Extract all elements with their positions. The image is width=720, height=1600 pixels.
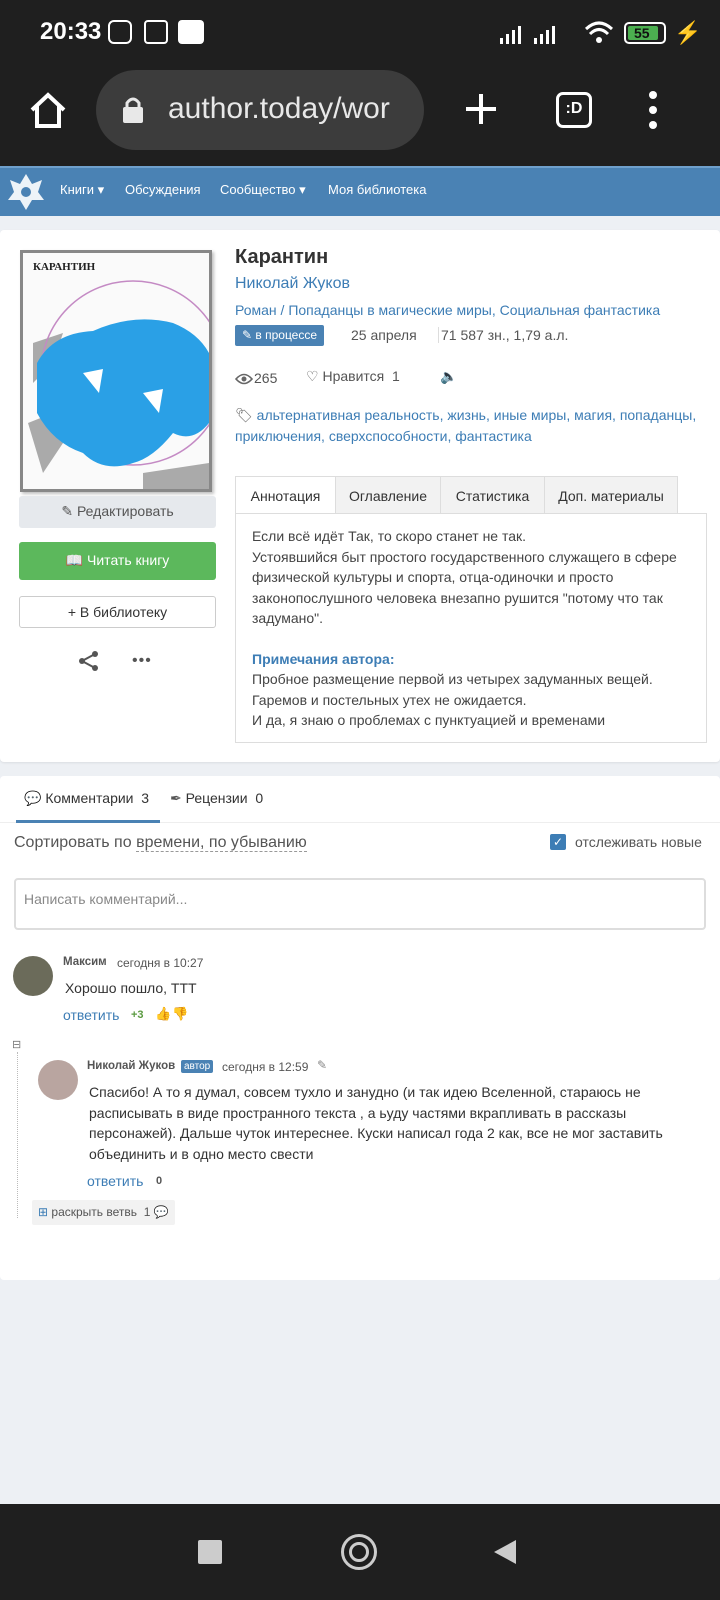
- thumbs-up-icon[interactable]: 👍: [155, 1006, 171, 1022]
- book-icon: 📖: [65, 552, 84, 568]
- new-tab-icon[interactable]: [464, 92, 498, 126]
- battery-icon: 55: [624, 22, 666, 44]
- speaker-icon[interactable]: 🔈: [440, 368, 457, 385]
- comment-author[interactable]: Николай Жуков: [87, 1060, 175, 1072]
- cover-map-image: [28, 280, 209, 489]
- status-bar: 20:33 55 ⚡: [0, 0, 720, 68]
- address-bar[interactable]: author.today/wor: [96, 70, 424, 150]
- book-card: КАРАНТИН ✎ Редактировать 📖 Читать книгу …: [0, 230, 720, 762]
- author-notes-title: Примечания автора:: [252, 650, 395, 667]
- app-icon: [178, 20, 204, 44]
- tab-extra-materials[interactable]: Доп. материалы: [544, 476, 678, 514]
- publish-date: 25 апреля: [351, 327, 417, 343]
- author-note: И да, я знаю о проблемах с пунктуацией и…: [252, 712, 606, 728]
- comments-icon: 💬: [24, 790, 42, 806]
- avatar[interactable]: [38, 1060, 78, 1100]
- site-navbar: Книги ▾ Обсуждения Сообщество ▾ Моя библ…: [0, 166, 720, 216]
- comment-score: 0: [156, 1175, 163, 1187]
- like-button[interactable]: ♡ Нравится 1: [306, 368, 400, 385]
- tab-annotation[interactable]: Аннотация: [235, 476, 336, 514]
- charging-icon: ⚡: [674, 20, 702, 45]
- track-new-checkbox[interactable]: ✓: [550, 834, 566, 850]
- thread-line: [17, 1052, 18, 1218]
- edit-button[interactable]: ✎ Редактировать: [19, 496, 216, 528]
- comments-section: 💬 Комментарии 3 ✒ Рецензии 0 Сортировать…: [0, 776, 720, 1280]
- views-count: 265: [254, 370, 278, 386]
- comment-text: Спасибо! А то я думал, совсем тухло и за…: [89, 1084, 663, 1162]
- lock-icon: [123, 97, 143, 123]
- collapse-thread-icon[interactable]: ⊟: [12, 1038, 21, 1051]
- author-note: Пробное размещение первой из четырех зад…: [252, 671, 653, 687]
- more-options-icon[interactable]: •••: [132, 652, 152, 670]
- author-badge: автор: [181, 1060, 214, 1073]
- status-time: 20:33: [40, 18, 102, 45]
- nav-community[interactable]: Сообщество ▾: [220, 182, 306, 198]
- tab-reviews[interactable]: ✒ Рецензии 0: [170, 790, 263, 807]
- edit-comment-icon[interactable]: ✎: [317, 1058, 327, 1072]
- add-to-library-button[interactable]: + В библиотеку: [19, 596, 216, 628]
- recents-icon[interactable]: [198, 1540, 222, 1564]
- thumbs-down-icon[interactable]: 👎: [172, 1006, 188, 1022]
- active-tab-indicator: [16, 820, 160, 823]
- status-badge: ✎ в процессе: [235, 325, 325, 346]
- expand-thread-button[interactable]: ⊞ раскрыть ветвь 1 💬: [32, 1200, 175, 1225]
- tab-statistics[interactable]: Статистика: [440, 476, 545, 514]
- comment-time: сегодня в 10:27: [117, 956, 204, 970]
- signal-icon: [500, 26, 555, 44]
- url-text: author.today/wor: [168, 92, 390, 125]
- tab-comments[interactable]: 💬 Комментарии 3: [24, 790, 149, 807]
- share-icon[interactable]: [78, 650, 100, 672]
- annotation-panel: Если всё идёт Так, то скоро станет не та…: [235, 513, 707, 743]
- book-title: Карантин: [235, 246, 329, 268]
- reply-link[interactable]: ответить: [63, 1007, 119, 1023]
- home-button-icon[interactable]: [341, 1534, 377, 1570]
- expand-icon: ⊞: [38, 1205, 49, 1219]
- comment-author[interactable]: Максим: [63, 956, 107, 968]
- book-genres[interactable]: Роман / Попаданцы в магические миры, Соц…: [235, 302, 660, 318]
- comment-text: Хорошо пошло, ТТТ: [65, 980, 197, 996]
- home-icon[interactable]: [28, 90, 68, 130]
- annotation-line: Если всё идёт Так, то скоро станет не та…: [252, 528, 527, 544]
- heart-icon: ♡: [306, 368, 319, 384]
- read-book-button[interactable]: 📖 Читать книгу: [19, 542, 216, 580]
- instagram-icon: [108, 20, 132, 44]
- battery-level: 55: [634, 25, 650, 41]
- track-new-label: отслеживать новые: [575, 834, 702, 850]
- author-link[interactable]: Николай Жуков: [235, 275, 350, 293]
- tabs-switcher-icon[interactable]: :D: [556, 92, 592, 128]
- comments-icon: 💬: [153, 1205, 169, 1219]
- sort-control[interactable]: Сортировать по времени, по убыванию: [14, 834, 307, 852]
- wifi-icon: [584, 21, 614, 43]
- comment-time: сегодня в 12:59: [222, 1060, 309, 1074]
- book-size: 71 587 зн., 1,79 а.л.: [438, 327, 568, 343]
- more-menu-icon[interactable]: [648, 90, 658, 130]
- reply-link[interactable]: ответить: [87, 1173, 143, 1189]
- comment-score: +3: [131, 1009, 144, 1021]
- tag-icon: 🏷: [235, 407, 253, 423]
- eye-icon: [235, 373, 253, 385]
- book-tabs: Аннотация Оглавление Статистика Доп. мат…: [235, 476, 707, 514]
- nav-books[interactable]: Книги ▾: [60, 182, 104, 198]
- cover-title: КАРАНТИН: [33, 261, 96, 273]
- nav-my-library[interactable]: Моя библиотека: [328, 182, 426, 197]
- quill-icon: ✒: [170, 790, 182, 806]
- book-cover[interactable]: КАРАНТИН: [20, 250, 212, 492]
- avatar[interactable]: [13, 956, 53, 996]
- annotation-paragraph: Устоявшийся быт простого государственног…: [252, 548, 677, 627]
- app-icon: [144, 20, 168, 44]
- nav-discussions[interactable]: Обсуждения: [125, 182, 201, 197]
- comment-input[interactable]: Написать комментарий...: [14, 878, 706, 930]
- tab-contents[interactable]: Оглавление: [335, 476, 441, 514]
- author-note: Гаремов и постельных утех не ожидается.: [252, 691, 527, 708]
- back-icon[interactable]: [492, 1538, 518, 1566]
- browser-toolbar: author.today/wor :D: [0, 68, 720, 166]
- system-navbar: [0, 1504, 720, 1600]
- tags-list[interactable]: 🏷 альтернативная реальность, жизнь, иные…: [235, 405, 705, 447]
- site-logo-icon[interactable]: [6, 170, 46, 212]
